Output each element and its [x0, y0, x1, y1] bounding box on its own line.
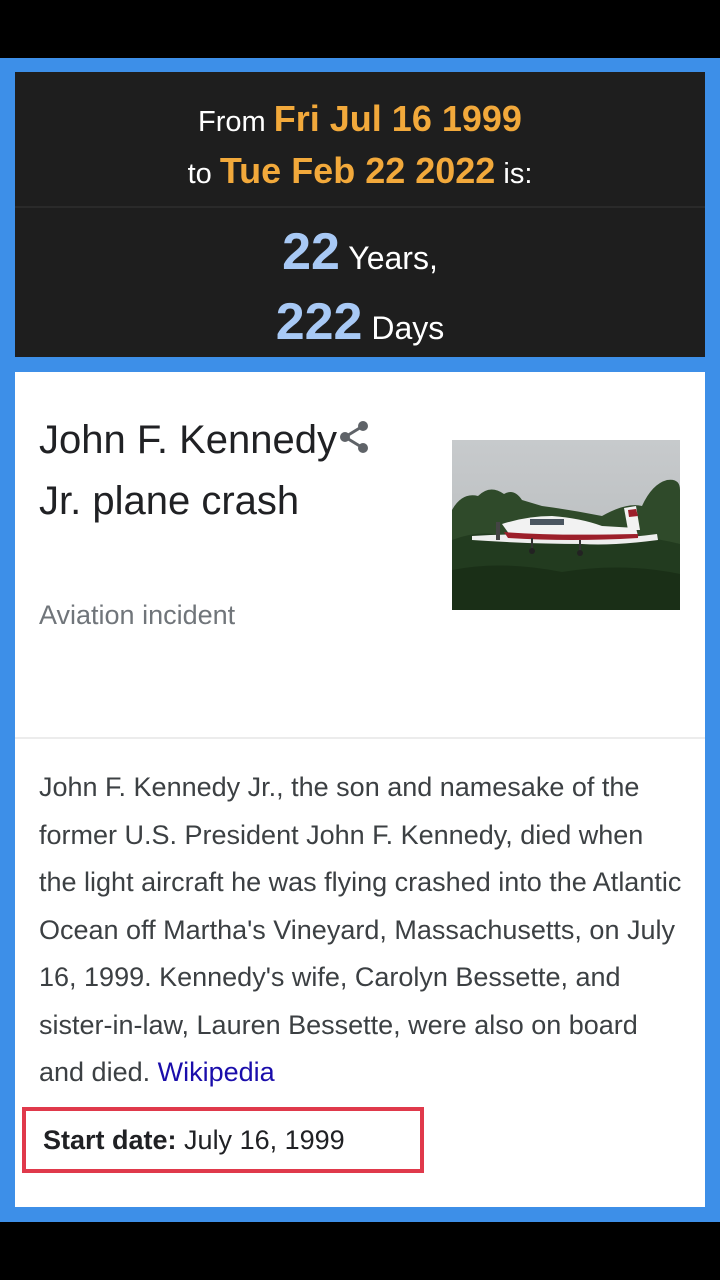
card-description: John F. Kennedy Jr., the son and namesak… — [39, 764, 684, 1097]
to-line: to Tue Feb 22 2022 is: — [15, 150, 705, 192]
years-value: 22 — [282, 223, 340, 281]
share-button[interactable] — [333, 416, 375, 458]
card-divider — [15, 737, 705, 739]
panel-divider — [15, 206, 705, 208]
start-date-label: Start date: — [43, 1125, 177, 1155]
share-icon — [340, 421, 368, 453]
date-range: From Fri Jul 16 1999 to Tue Feb 22 2022 … — [15, 72, 705, 206]
from-date: Fri Jul 16 1999 — [273, 98, 522, 139]
years-result: 22 Years, — [15, 222, 705, 282]
days-label: Days — [371, 310, 445, 346]
days-value: 222 — [275, 293, 363, 351]
to-date: Tue Feb 22 2022 — [219, 150, 496, 191]
card-title: John F. Kennedy Jr. plane crash — [39, 418, 337, 523]
card-subtitle: Aviation incident — [39, 600, 236, 630]
years-label: Years, — [348, 240, 438, 276]
plane-photo[interactable] — [452, 440, 680, 610]
from-prefix: From — [198, 106, 266, 138]
start-date-row: Start date: July 16, 1999 — [43, 1125, 345, 1156]
to-prefix: to — [187, 158, 212, 190]
start-date-value: July 16, 1999 — [184, 1125, 345, 1155]
wikipedia-link[interactable]: Wikipedia — [158, 1057, 275, 1087]
screenshot-frame: From Fri Jul 16 1999 to Tue Feb 22 2022 … — [0, 58, 720, 1222]
from-line: From Fri Jul 16 1999 — [15, 98, 705, 140]
knowledge-panel-card: John F. Kennedy Jr. plane crash Aviation… — [15, 372, 705, 1207]
days-result: 222 Days — [15, 292, 705, 352]
start-date-highlight: Start date: July 16, 1999 — [22, 1107, 424, 1173]
date-difference-panel: From Fri Jul 16 1999 to Tue Feb 22 2022 … — [15, 72, 705, 357]
to-suffix: is: — [503, 158, 533, 190]
description-text: John F. Kennedy Jr., the son and namesak… — [39, 772, 682, 1087]
